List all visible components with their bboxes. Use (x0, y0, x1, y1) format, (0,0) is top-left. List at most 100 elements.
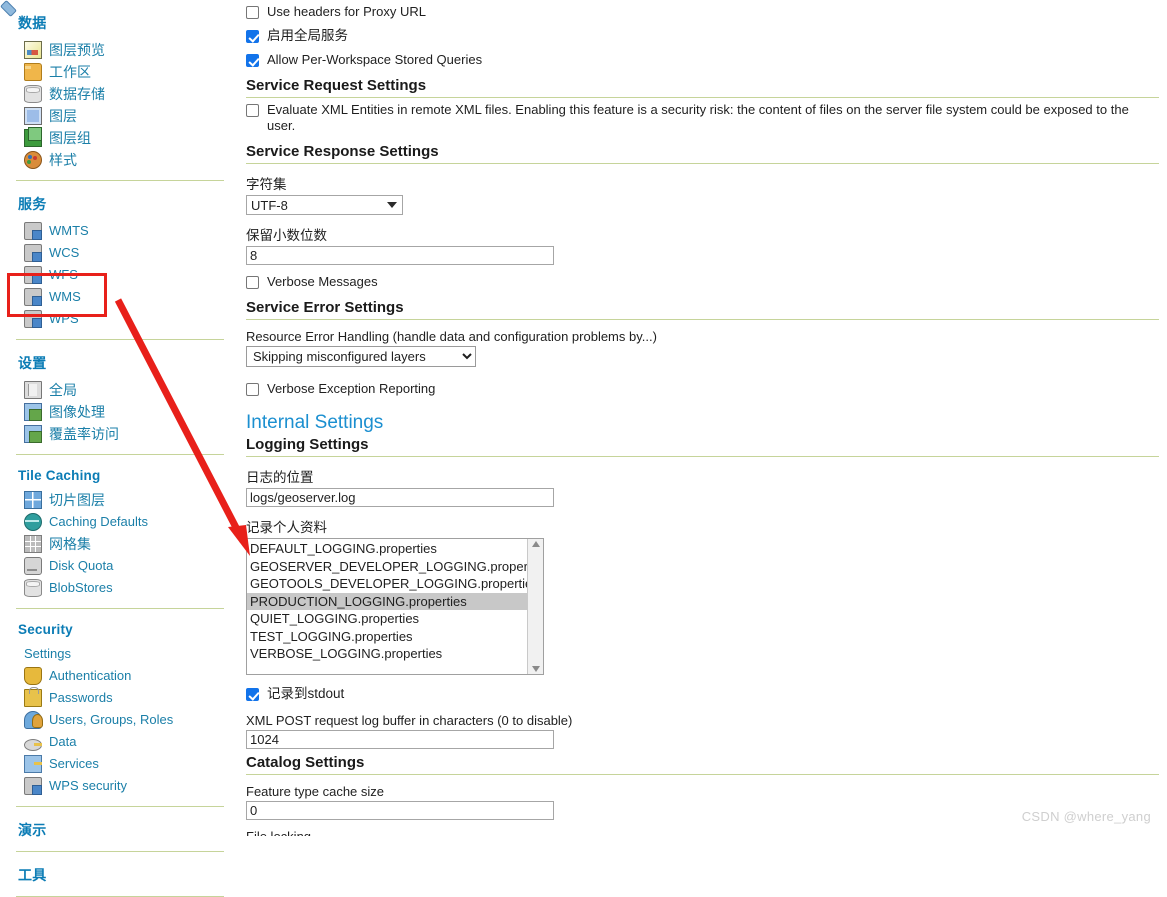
checkbox-row-proxy-url[interactable]: Use headers for Proxy URL (244, 0, 1159, 24)
logging-profile-option[interactable]: GEOTOOLS_DEVELOPER_LOGGING.properties (247, 575, 527, 593)
chevron-down-icon (387, 202, 397, 208)
sidebar-item-全局[interactable]: 全局 (16, 379, 224, 401)
checkbox-row-evaluate-xml-entities[interactable]: Evaluate XML Entities in remote XML file… (244, 98, 1159, 138)
logging-settings-heading: Logging Settings (246, 436, 1159, 457)
service-wcs-icon (24, 244, 42, 262)
logging-profile-option[interactable]: VERBOSE_LOGGING.properties (247, 645, 527, 663)
sidebar-group-title-services: 服务 (18, 196, 47, 212)
service-wms-icon (24, 288, 42, 306)
sidebar-item-wcs[interactable]: WCS (16, 242, 224, 264)
catalog-settings-heading: Catalog Settings (246, 754, 1159, 775)
sidebar-group-title-data: 数据 (18, 15, 47, 31)
sidebar-item-label: 图层预览 (49, 42, 105, 58)
sidebar-item-图层[interactable]: 图层 (16, 105, 224, 127)
sidebar-divider (0, 851, 240, 852)
sidebar-item-authentication[interactable]: Authentication (16, 665, 224, 687)
image-processing-icon (24, 403, 42, 421)
checkbox-row-verbose-exception-reporting[interactable]: Verbose Exception Reporting (244, 377, 1159, 401)
sidebar-group-settings: 设置 全局 图像处理 覆盖率访问 (0, 353, 240, 445)
blobstores-cylinder-icon (24, 579, 42, 597)
logging-profile-option[interactable]: PRODUCTION_LOGGING.properties (247, 592, 527, 610)
sidebar-item-wps[interactable]: WPS (16, 308, 224, 330)
sidebar-item-wmts[interactable]: WMTS (16, 220, 224, 242)
sidebar: 数据 图层预览工作区数据存储 图层 图层组 样式服务 WMTS WCS WFS WMS WPS 设置… (0, 0, 240, 897)
service-error-settings-heading: Service Error Settings (246, 299, 1159, 320)
charset-value: UTF-8 (251, 197, 288, 213)
checkbox-row-log-to-stdout[interactable]: 记录到stdout (244, 682, 1159, 706)
sidebar-item-数据存储[interactable]: 数据存储 (16, 83, 224, 105)
log-to-stdout-label: 记录到stdout (267, 686, 345, 701)
logging-profile-scrollbar[interactable] (527, 539, 543, 674)
decimals-input[interactable] (246, 246, 554, 265)
sidebar-item-网格集[interactable]: 网格集 (16, 533, 224, 555)
logging-profile-listbox[interactable]: DEFAULT_LOGGING.properties GEOSERVER_DEVE… (246, 538, 544, 675)
sidebar-item-label: Disk Quota (49, 558, 114, 573)
evaluate-xml-entities-checkbox[interactable] (246, 104, 259, 117)
sidebar-item-data[interactable]: Data (16, 731, 224, 753)
sidebar-group-demos: 演示 (0, 820, 240, 840)
sidebar-item-图层组[interactable]: 图层组 (16, 127, 224, 149)
sidebar-item-label: 工作区 (49, 64, 91, 80)
disk-quota-icon (24, 557, 42, 575)
use-headers-for-proxy-url-label: Use headers for Proxy URL (267, 4, 426, 19)
checkbox-row-per-workspace-stored-queries[interactable]: Allow Per-Workspace Stored Queries (244, 48, 1159, 72)
sidebar-group-tile-caching: Tile Caching 切片图层 Caching Defaults 网格集 Disk … (0, 468, 240, 599)
charset-field: 字符集 UTF-8 (246, 173, 1159, 215)
sidebar-item-样式[interactable]: 样式 (16, 149, 224, 171)
sidebar-item-wfs[interactable]: WFS (16, 264, 224, 286)
enable-global-services-checkbox[interactable] (246, 30, 259, 43)
logging-profile-field: 记录个人资料 DEFAULT_LOGGING.properties GEOSERV… (246, 516, 1159, 675)
sidebar-item-services[interactable]: Services (16, 753, 224, 775)
checkbox-row-enable-global-services[interactable]: 启用全局服务 (244, 24, 1159, 48)
xml-post-buffer-input[interactable] (246, 730, 554, 749)
sidebar-item-wps-security[interactable]: WPS security (16, 775, 224, 797)
sidebar-divider (0, 339, 240, 340)
datastore-cylinder-icon (24, 85, 42, 103)
layer-preview-icon (24, 41, 42, 59)
sidebar-item-passwords[interactable]: Passwords (16, 687, 224, 709)
logging-profile-option[interactable]: TEST_LOGGING.properties (247, 628, 527, 646)
logging-profile-option[interactable]: GEOSERVER_DEVELOPER_LOGGING.properties (247, 558, 527, 576)
logging-profile-option[interactable]: DEFAULT_LOGGING.properties (247, 540, 527, 558)
decimals-label: 保留小数位数 (246, 228, 327, 243)
verbose-messages-checkbox[interactable] (246, 276, 259, 289)
sidebar-item-settings[interactable]: Settings (0, 0, 224, 665)
checkbox-row-verbose-messages[interactable]: Verbose Messages (244, 270, 1159, 294)
verbose-exception-reporting-checkbox[interactable] (246, 383, 259, 396)
sidebar-divider (0, 608, 240, 609)
sidebar-item-覆盖率访问[interactable]: 覆盖率访问 (16, 423, 224, 445)
file-locking-field: File locking 请选择 (246, 829, 1159, 836)
feature-type-cache-size-input[interactable] (246, 801, 554, 820)
sidebar-item-label: WPS (49, 311, 79, 326)
style-palette-icon (24, 151, 42, 169)
use-headers-for-proxy-url-checkbox[interactable] (246, 6, 259, 19)
sidebar-item-blobstores[interactable]: BlobStores (16, 577, 224, 599)
logging-profile-option[interactable]: QUIET_LOGGING.properties (247, 610, 527, 628)
allow-per-workspace-stored-queries-checkbox[interactable] (246, 54, 259, 67)
sidebar-item-图像处理[interactable]: 图像处理 (16, 401, 224, 423)
sidebar-item-label: Services (49, 756, 99, 771)
sidebar-item-切片图层[interactable]: 切片图层 (16, 489, 224, 511)
charset-select[interactable]: UTF-8 (246, 195, 403, 215)
resource-error-handling-label: Resource Error Handling (handle data and… (246, 329, 657, 344)
sidebar-group-title-demos: 演示 (18, 822, 47, 838)
global-settings-icon (24, 381, 42, 399)
sidebar-item-caching-defaults[interactable]: Caching Defaults (16, 511, 224, 533)
log-to-stdout-checkbox[interactable] (246, 688, 259, 701)
sidebar-item-users-groups-roles[interactable]: Users, Groups, Roles (16, 709, 224, 731)
sidebar-group-title-tile-caching: Tile Caching (18, 468, 101, 483)
workspace-folder-icon (24, 63, 42, 81)
sidebar-item-工作区[interactable]: 工作区 (16, 61, 224, 83)
enable-global-services-label: 启用全局服务 (267, 28, 348, 43)
sidebar-group-services: 服务 WMTS WCS WFS WMS WPS (0, 194, 240, 330)
log-location-input[interactable] (246, 488, 554, 507)
sidebar-item-wms[interactable]: WMS (16, 286, 224, 308)
scroll-down-arrow-icon[interactable] (531, 666, 540, 672)
sidebar-item-disk-quota[interactable]: Disk Quota (16, 555, 224, 577)
sidebar-item-图层预览[interactable]: 图层预览 (16, 39, 224, 61)
layer-group-icon (24, 127, 42, 147)
logging-profile-options: DEFAULT_LOGGING.properties GEOSERVER_DEVE… (247, 539, 527, 674)
scroll-up-arrow-icon[interactable] (531, 541, 540, 547)
service-wfs-icon (24, 266, 42, 284)
resource-error-handling-select[interactable]: Skipping misconfigured layers (246, 346, 476, 367)
